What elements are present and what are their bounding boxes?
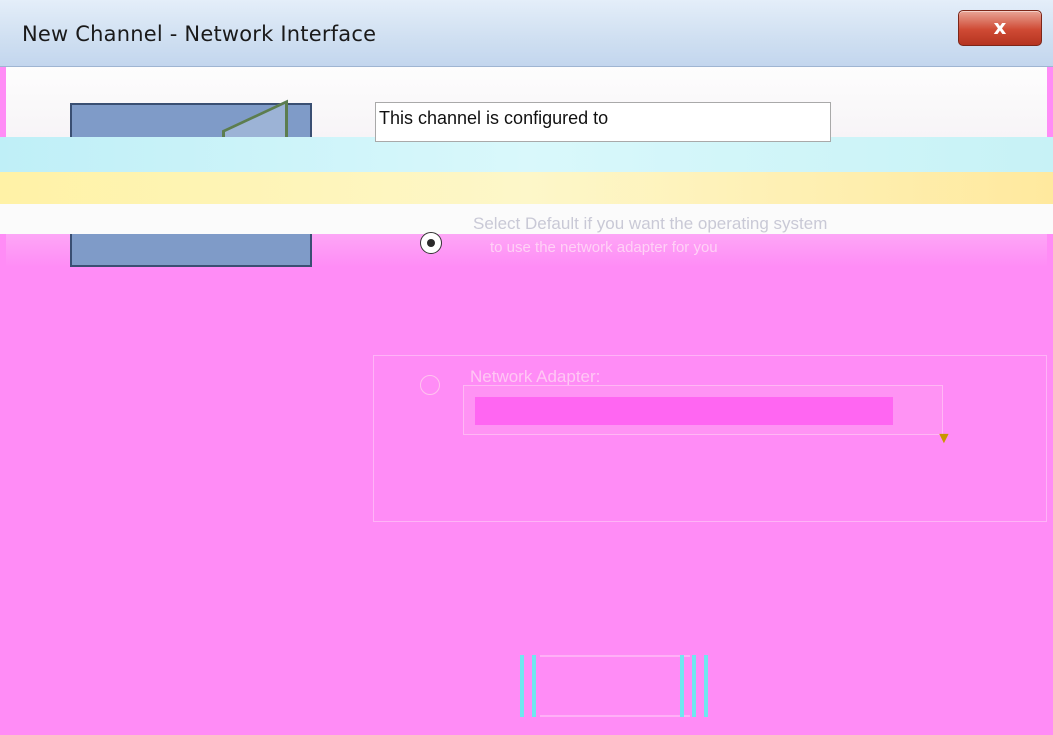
render-artifact-bar: [692, 655, 696, 717]
network-adapter-radio[interactable]: [420, 375, 440, 395]
instruction-text: Select Default if you want the operating…: [473, 213, 953, 235]
channel-info-text: This channel is configured to: [379, 108, 609, 128]
render-artifact-bar: [532, 655, 536, 717]
default-radio[interactable]: [420, 232, 442, 254]
finish-button[interactable]: [520, 655, 710, 717]
network-adapter-value[interactable]: [475, 397, 893, 425]
close-icon: x: [993, 15, 1007, 39]
network-adapter-label: Network Adapter:: [470, 367, 601, 386]
render-artifact-bar: [704, 655, 708, 717]
chevron-down-icon[interactable]: ▼: [936, 430, 952, 448]
dialog-window: New Channel - Network Interface x This c…: [0, 0, 1053, 735]
render-artifact-bar: [520, 655, 524, 717]
title-bar[interactable]: New Channel - Network Interface x: [0, 0, 1053, 67]
close-button[interactable]: x: [958, 10, 1042, 46]
render-artifact-band: [0, 137, 1053, 173]
render-artifact-line: [540, 715, 690, 717]
render-artifact-band: [0, 172, 1053, 204]
instruction-line-1: Select Default if you want the operating…: [473, 214, 828, 233]
window-title: New Channel - Network Interface: [22, 22, 377, 46]
render-artifact-line: [540, 655, 690, 657]
instruction-line-2: to use the network adapter for you: [490, 239, 718, 256]
channel-info-box: This channel is configured to: [375, 102, 831, 142]
render-artifact-bar: [680, 655, 684, 717]
